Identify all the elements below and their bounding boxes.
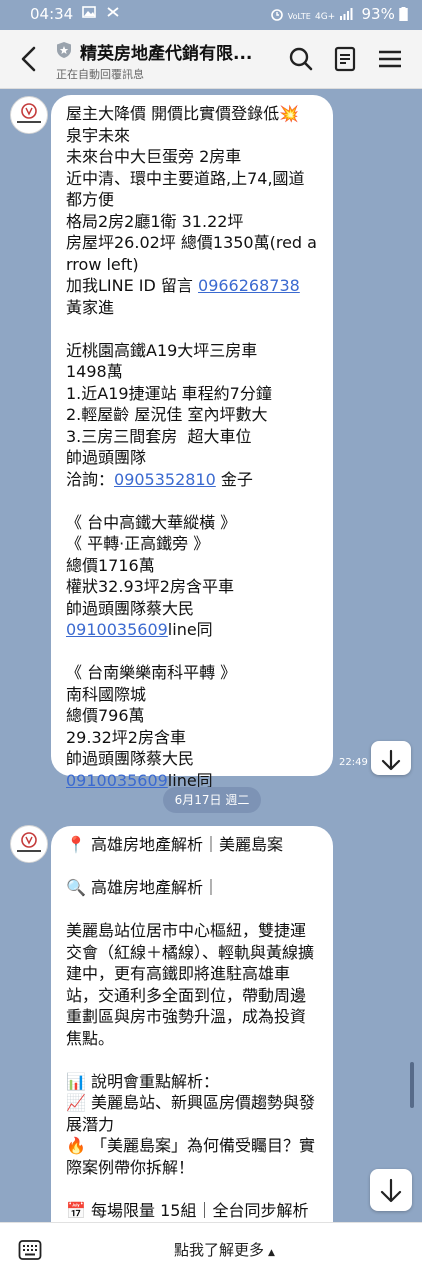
phone-link[interactable]: 0905352810 — [114, 470, 216, 489]
learn-more-button[interactable]: 點我了解更多 ▲ — [174, 1239, 275, 1260]
menu-icon[interactable] — [375, 44, 405, 74]
p2-line: 1498萬 — [66, 362, 123, 381]
p2-line: 3.三房三間套房 超大車位 — [66, 426, 252, 446]
msg-paragraph: 美麗島站位居市中心樞紐，雙捷運交會（紅線＋橘線）、輕軌與黃線擴建中，更有高鐵即將… — [66, 921, 315, 1048]
p4-line: 29.32坪2房含車 — [66, 727, 186, 747]
learn-more-label: 點我了解更多 — [174, 1241, 265, 1259]
p1-line: 格局2房2廳1衛 31.22坪 — [66, 211, 244, 231]
p1-line: 屋主大降價 開價比實價登錄低💥 — [66, 104, 300, 123]
keyboard-icon[interactable] — [18, 1239, 42, 1261]
p2-line: 帥過頭團隊 — [66, 448, 147, 467]
status-right: VoLTE 4G+ 93% — [270, 5, 408, 23]
caret-up-icon: ▲ — [268, 1248, 275, 1258]
p3-line: 權狀32.93坪2房含平車 — [66, 577, 234, 596]
p4-line: 總價796萬 — [66, 706, 145, 725]
p3-line: 總價1716萬 — [66, 555, 155, 575]
p4-line: 《 台南樂樂南科平轉 》 — [66, 663, 237, 682]
phone-link[interactable]: 0966268738 — [198, 276, 300, 295]
status-time: 04:34 — [30, 5, 74, 23]
auto-reply-status: 正在自動回覆訊息 — [56, 68, 144, 81]
arrow-down-icon — [381, 749, 401, 771]
msg-line: 🔍 高雄房地產解析｜ — [66, 878, 220, 897]
status-icons — [82, 6, 120, 21]
battery-level: 93% — [361, 5, 395, 23]
p1-line: 未來台中大巨蛋旁 2房車 — [66, 147, 242, 166]
msg-line: 📊 說明會重點解析： — [66, 1071, 220, 1091]
notes-icon[interactable] — [330, 44, 360, 74]
msg-line: 📍 高雄房地產解析｜美麗島案 — [66, 835, 284, 854]
phone-link[interactable]: 0910035609 — [66, 620, 168, 639]
avatar[interactable] — [10, 96, 48, 134]
message-time: 22:49 — [339, 757, 368, 768]
p1-line: 近中清、環中主要道路,上74,國道都方便 — [66, 168, 305, 210]
date-separator: 6月17日 週二 — [163, 787, 261, 813]
message-bubble[interactable]: 📍 高雄房地產解析｜美麗島案 🔍 高雄房地產解析｜ 美麗島站位居市中心樞紐，雙捷… — [51, 826, 333, 1246]
shield-icon — [57, 42, 71, 58]
alarm-icon — [270, 9, 283, 21]
scrollbar[interactable] — [410, 1062, 414, 1108]
p4-line: 帥過頭團隊蔡大民 — [66, 749, 195, 768]
p3-line: 帥過頭團隊蔡大民 — [66, 598, 195, 618]
battery-icon — [399, 7, 408, 21]
p2-line: 近桃園高鐵A19大坪三房車 — [66, 340, 258, 360]
p4-line: 南科國際城 — [66, 684, 147, 704]
chat-header: 精英房地產代銷有限... 正在自動回覆訊息 — [0, 30, 422, 89]
arrow-down-icon — [380, 1178, 402, 1203]
volte-label: VoLTE — [287, 12, 311, 21]
p2-line: 1.近A19捷運站 車程約7分鐘 — [66, 383, 272, 403]
company-logo — [17, 103, 41, 123]
p1-line: 泉宇未來 — [66, 125, 131, 145]
signal-icon — [340, 8, 353, 20]
msg-line: 📈 美麗島站、新興區房價趨勢與發展潛力 — [66, 1093, 316, 1134]
company-logo — [17, 832, 41, 852]
p3-line: 《 台中高鐵大華縱橫 》 — [66, 512, 237, 532]
contact-prefix: 洽詢： — [66, 469, 115, 489]
scroll-to-bottom-button[interactable] — [370, 1169, 412, 1211]
search-icon[interactable] — [286, 44, 316, 74]
contact-suffix: line同 — [167, 620, 213, 639]
p2-line: 2.輕屋齡 屋況佳 室內坪數大 — [66, 405, 268, 424]
msg-line: 🔥 「美麗島案」為何備受矚目？實際案例帶你拆解！ — [66, 1136, 316, 1177]
scroll-down-button[interactable] — [371, 741, 411, 775]
contact-prefix: 加我LINE ID 留言 — [66, 276, 199, 295]
p1-line: 房屋坪26.02坪 總價1350萬(red arrow left) — [66, 233, 317, 274]
phone-link[interactable]: 0910035609 — [66, 771, 168, 790]
contact-suffix: 金子 — [215, 469, 253, 489]
mute-icon — [107, 7, 119, 17]
chat-title[interactable]: 精英房地產代銷有限... — [80, 39, 270, 64]
network-label: 4G+ — [314, 12, 336, 22]
status-bar: 04:34 VoLTE 4G+ 93% — [0, 0, 422, 30]
message-bubble[interactable]: 屋主大降價 開價比實價登錄低💥 泉宇未來 未來台中大巨蛋旁 2房車 近中清、環中… — [51, 95, 333, 790]
avatar[interactable] — [10, 825, 48, 863]
back-icon[interactable] — [18, 44, 42, 74]
p3-line: 《 平轉·正高鐵旁 》 — [66, 534, 210, 553]
gallery-icon — [82, 6, 96, 18]
bottom-bar: 點我了解更多 ▲ — [0, 1222, 422, 1281]
